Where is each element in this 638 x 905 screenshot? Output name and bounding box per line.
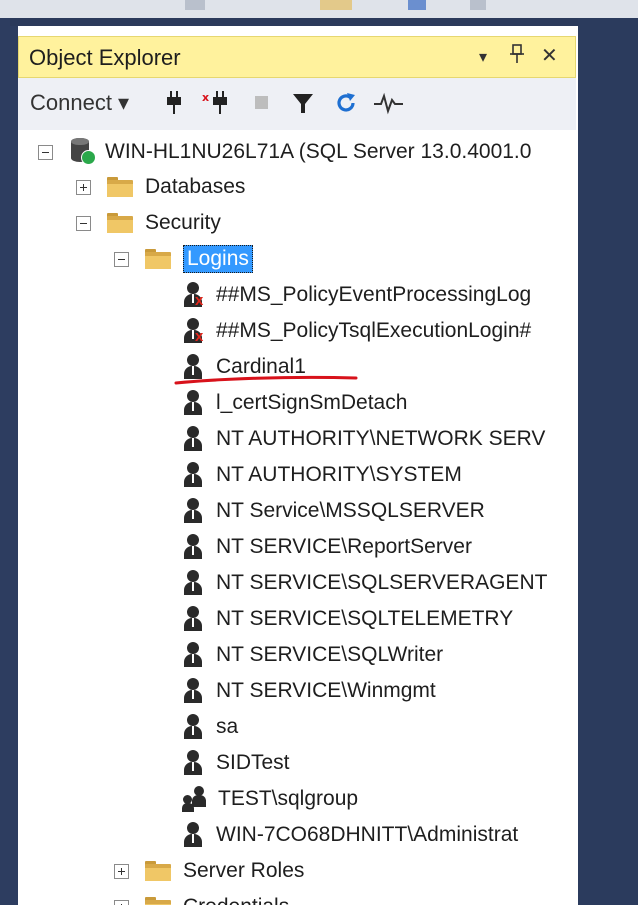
user-icon xyxy=(182,570,204,596)
folder-icon xyxy=(107,177,133,197)
user-icon xyxy=(182,426,204,452)
expand-toggle[interactable] xyxy=(114,899,129,905)
toolbar-fragment xyxy=(185,0,205,10)
folder-icon xyxy=(145,897,171,905)
login-item[interactable]: sa xyxy=(182,710,238,744)
toolbar-fragment xyxy=(320,0,352,10)
login-item[interactable]: SIDTest xyxy=(182,746,290,780)
login-item[interactable]: WIN-7CO68DHNITT\Administrat xyxy=(182,818,518,852)
tree-node-databases[interactable]: Databases xyxy=(76,170,245,204)
server-roles-label: Server Roles xyxy=(183,859,305,882)
user-icon xyxy=(182,714,204,740)
tree-node-credentials[interactable]: Credentials xyxy=(114,890,289,905)
disconnect-plug-icon[interactable]: x xyxy=(202,91,232,121)
folder-icon xyxy=(107,213,133,233)
user-icon xyxy=(182,750,204,776)
expand-toggle[interactable] xyxy=(114,863,129,879)
login-label: WIN-7CO68DHNITT\Administrat xyxy=(216,823,519,846)
login-item[interactable]: NT SERVICE\SQLTELEMETRY xyxy=(182,602,513,636)
user-icon xyxy=(182,390,204,416)
login-label: NT Service\MSSQLSERVER xyxy=(216,499,485,522)
object-explorer-toolbar: Connect ▾ x xyxy=(18,78,576,131)
disabled-login-icon: x xyxy=(182,318,204,344)
user-icon xyxy=(182,534,204,560)
user-icon xyxy=(182,606,204,632)
user-icon xyxy=(182,498,204,524)
login-item[interactable]: x ##MS_PolicyTsqlExecutionLogin# xyxy=(182,314,531,348)
folder-icon xyxy=(145,249,171,269)
collapse-toggle[interactable] xyxy=(38,144,53,160)
login-label: NT AUTHORITY\SYSTEM xyxy=(216,463,462,486)
connect-dropdown-button[interactable]: Connect ▾ xyxy=(30,90,129,116)
login-item[interactable]: NT AUTHORITY\NETWORK SERV xyxy=(182,422,545,456)
left-dock-edge xyxy=(0,18,10,905)
login-item[interactable]: NT SERVICE\Winmgmt xyxy=(182,674,436,708)
login-label: NT SERVICE\Winmgmt xyxy=(216,679,436,702)
server-connected-icon xyxy=(69,138,96,166)
login-item[interactable]: NT SERVICE\SQLSERVERAGENT xyxy=(182,566,547,600)
window-position-dropdown-icon[interactable]: ▾ xyxy=(479,47,487,67)
toolbar-fragment xyxy=(470,0,486,10)
folder-icon xyxy=(145,861,171,881)
disabled-login-icon: x xyxy=(182,282,204,308)
login-label: l_certSignSmDetach xyxy=(216,391,408,414)
login-item[interactable]: TEST\sqlgroup xyxy=(182,782,358,816)
login-item[interactable]: NT SERVICE\SQLWriter xyxy=(182,638,443,672)
login-label: NT SERVICE\SQLTELEMETRY xyxy=(216,607,514,630)
close-icon[interactable]: ✕ xyxy=(541,43,558,68)
login-label: NT SERVICE\ReportServer xyxy=(216,535,472,558)
hand-drawn-underline xyxy=(174,375,358,385)
user-icon xyxy=(182,678,204,704)
object-explorer-titlebar: Object Explorer ▾ ✕ xyxy=(18,36,576,78)
databases-label: Databases xyxy=(145,175,246,198)
login-label: NT SERVICE\SQLSERVERAGENT xyxy=(216,571,548,594)
login-label: SIDTest xyxy=(216,751,290,774)
connect-plug-icon[interactable] xyxy=(164,91,184,121)
group-login-icon xyxy=(182,786,206,812)
login-label: TEST\sqlgroup xyxy=(218,787,359,810)
panel-title: Object Explorer xyxy=(29,45,181,70)
auto-hide-pin-icon[interactable] xyxy=(509,43,525,71)
collapse-toggle[interactable] xyxy=(76,215,91,231)
collapse-toggle[interactable] xyxy=(114,251,129,267)
login-label: ##MS_PolicyEventProcessingLog xyxy=(216,283,532,306)
toolbar-fragment xyxy=(408,0,426,10)
tree-node-server-roles[interactable]: Server Roles xyxy=(114,854,304,888)
activity-monitor-icon[interactable] xyxy=(374,91,404,121)
login-label: ##MS_PolicyTsqlExecutionLogin# xyxy=(216,319,532,342)
credentials-label: Credentials xyxy=(183,895,289,905)
svg-text:x: x xyxy=(202,91,209,104)
login-item[interactable]: x ##MS_PolicyEventProcessingLog xyxy=(182,278,531,312)
login-item[interactable]: l_certSignSmDetach xyxy=(182,386,407,420)
login-label: NT AUTHORITY\NETWORK SERV xyxy=(216,427,546,450)
tree-node-server[interactable]: WIN-HL1NU26L71A (SQL Server 13.0.4001.0 xyxy=(38,135,531,169)
background-area xyxy=(578,18,638,905)
logins-label: Logins xyxy=(183,245,253,273)
user-icon xyxy=(182,462,204,488)
user-icon xyxy=(182,822,204,848)
tree-node-security[interactable]: Security xyxy=(76,206,221,240)
expand-toggle[interactable] xyxy=(76,179,91,195)
object-explorer-tree: WIN-HL1NU26L71A (SQL Server 13.0.4001.0 … xyxy=(18,130,576,905)
security-label: Security xyxy=(145,211,221,234)
login-label: sa xyxy=(216,715,239,738)
login-item[interactable]: NT Service\MSSQLSERVER xyxy=(182,494,485,528)
user-icon xyxy=(182,642,204,668)
login-label: NT SERVICE\SQLWriter xyxy=(216,643,444,666)
login-item[interactable]: NT AUTHORITY\SYSTEM xyxy=(182,458,462,492)
refresh-icon[interactable] xyxy=(334,91,358,121)
login-item[interactable]: NT SERVICE\ReportServer xyxy=(182,530,472,564)
tree-node-logins[interactable]: Logins xyxy=(114,242,253,276)
server-label: WIN-HL1NU26L71A (SQL Server 13.0.4001.0 xyxy=(105,140,532,163)
stop-icon[interactable] xyxy=(254,91,270,121)
top-toolbar-strip xyxy=(0,0,638,18)
filter-icon[interactable] xyxy=(292,91,314,121)
